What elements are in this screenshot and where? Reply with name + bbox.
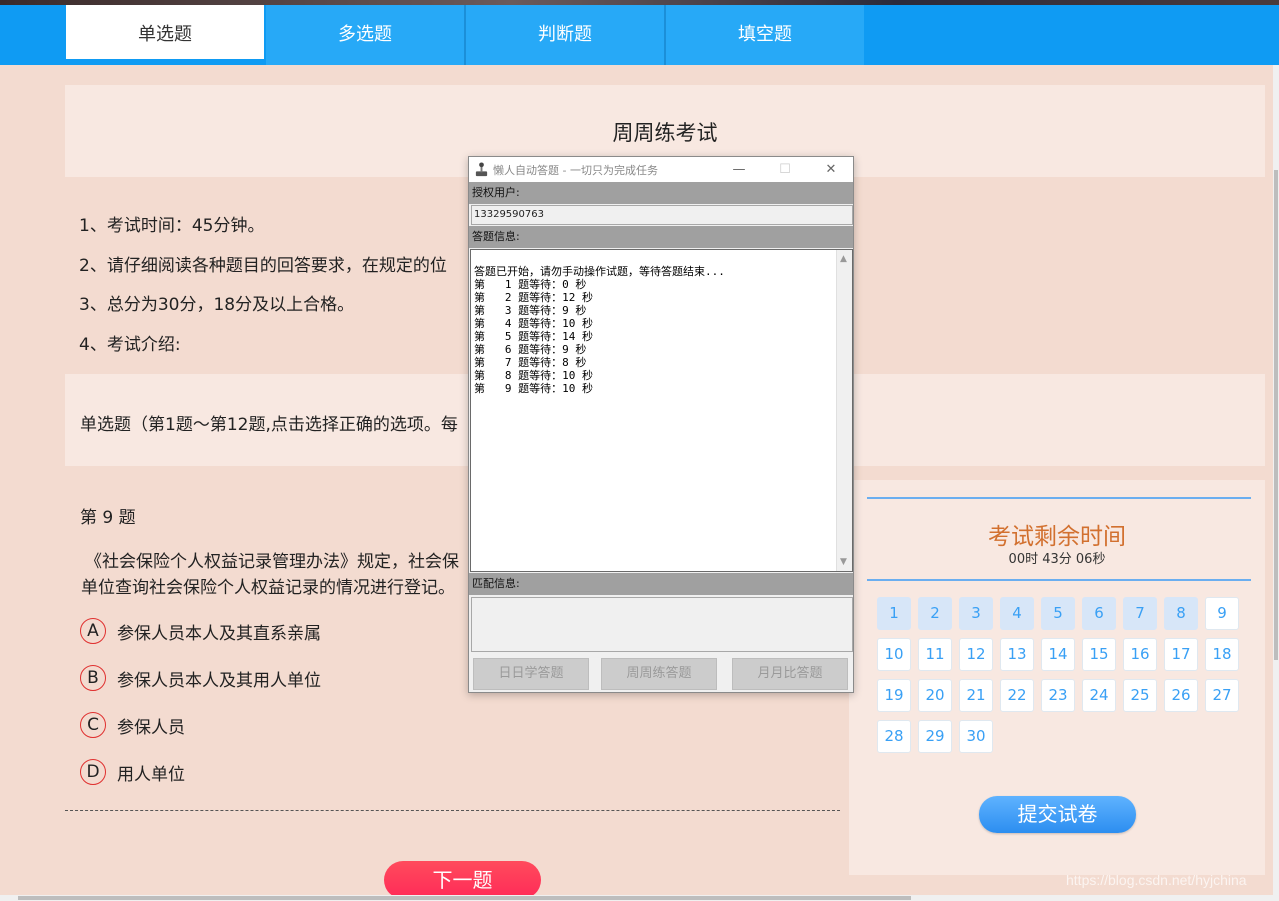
question-nav-21[interactable]: 21	[959, 679, 993, 712]
question-number: 第 9 题	[80, 508, 136, 528]
close-button[interactable]: ✕	[809, 157, 853, 182]
option-letter-d: D	[80, 759, 106, 785]
question-nav-15[interactable]: 15	[1082, 638, 1116, 671]
log-scrollbar[interactable]: ▲ ▼	[836, 250, 852, 571]
daily-study-answer-button[interactable]: 日日学答题	[473, 658, 589, 690]
question-nav-27[interactable]: 27	[1205, 679, 1239, 712]
question-nav-7[interactable]: 7	[1123, 597, 1157, 630]
question-nav-1[interactable]: 1	[877, 597, 911, 630]
log-line: 第 1 题等待：0 秒	[474, 278, 587, 291]
next-question-button[interactable]: 下一题	[384, 861, 541, 899]
log-line: 第 2 题等待：12 秒	[474, 291, 593, 304]
log-line: 第 4 题等待：10 秒	[474, 317, 593, 330]
question-nav-2[interactable]: 2	[918, 597, 952, 630]
option-letter-b: B	[80, 665, 106, 691]
option-letter-c: C	[80, 712, 106, 738]
tab-multiple-choice[interactable]: 多选题	[266, 5, 464, 65]
match-info-label: 匹配信息:	[469, 573, 853, 595]
question-nav-3[interactable]: 3	[959, 597, 993, 630]
question-nav-18[interactable]: 18	[1205, 638, 1239, 671]
submit-exam-button[interactable]: 提交试卷	[979, 796, 1136, 833]
window-title: 懒人自动答题 - 一切只为完成任务	[493, 164, 658, 177]
question-nav-22[interactable]: 22	[1000, 679, 1034, 712]
question-nav-16[interactable]: 16	[1123, 638, 1157, 671]
scroll-down-icon[interactable]: ▼	[840, 557, 847, 567]
page-vertical-scroll-thumb[interactable]	[1274, 170, 1278, 660]
option-text: 用人单位	[117, 764, 185, 785]
auto-answer-app-window: 懒人自动答题 - 一切只为完成任务 — ☐ ✕ 授权用户: 1332959076…	[468, 156, 854, 693]
question-nav-14[interactable]: 14	[1041, 638, 1075, 671]
option-text: 参保人员	[117, 717, 185, 738]
authorized-user-field[interactable]: 13329590763	[471, 205, 853, 225]
watermark: https://blog.csdn.net/hyjchina	[1066, 872, 1247, 888]
question-nav-19[interactable]: 19	[877, 679, 911, 712]
log-line: 第 7 题等待：8 秒	[474, 356, 587, 369]
tab-single-choice[interactable]: 单选题	[66, 5, 264, 59]
log-line: 第 3 题等待：9 秒	[474, 304, 587, 317]
question-type-tabbar: 单选题 多选题 判断题 填空题	[0, 5, 1279, 65]
scroll-up-icon[interactable]: ▲	[840, 254, 847, 264]
question-nav-11[interactable]: 11	[918, 638, 952, 671]
exam-side-panel: 考试剩余时间 00时 43分 06秒 1 2 3 4 5 6 7 8 9 10 11 12 13 14 15…	[849, 480, 1265, 875]
rule-item: 3、总分为30分，18分及以上合格。	[79, 295, 355, 315]
option-c[interactable]: C 参保人员	[80, 710, 185, 740]
question-nav-12[interactable]: 12	[959, 638, 993, 671]
question-nav-23[interactable]: 23	[1041, 679, 1075, 712]
panel-divider	[867, 497, 1251, 499]
monthly-contest-answer-button[interactable]: 月月比答题	[732, 658, 848, 690]
question-nav-20[interactable]: 20	[918, 679, 952, 712]
log-line: 第 6 题等待：9 秒	[474, 343, 587, 356]
option-d[interactable]: D 用人单位	[80, 757, 185, 787]
timer-title: 考试剩余时间	[988, 524, 1126, 550]
log-line: 答题已开始，请勿手动操作试题，等待答题结束...	[474, 265, 725, 278]
tab-true-false[interactable]: 判断题	[466, 5, 664, 65]
question-nav-28[interactable]: 28	[877, 720, 911, 753]
authorized-user-label: 授权用户:	[469, 182, 853, 204]
log-line: 第 9 题等待：10 秒	[474, 382, 593, 395]
answer-log[interactable]: 答题已开始，请勿手动操作试题，等待答题结束... 第 1 题等待：0 秒第 2 题…	[470, 249, 853, 572]
section-instructions-text: 单选题（第1题～第12题,点击选择正确的选项。每	[80, 415, 458, 435]
question-nav-5[interactable]: 5	[1041, 597, 1075, 630]
question-nav-10[interactable]: 10	[877, 638, 911, 671]
exam-rules: 1、考试时间：45分钟。 2、请仔细阅读各种题目的回答要求，在规定的位 3、总分…	[79, 207, 447, 365]
option-text: 参保人员本人及其用人单位	[117, 670, 321, 691]
question-nav-4[interactable]: 4	[1000, 597, 1034, 630]
exam-title: 周周练考试	[612, 121, 718, 145]
answer-info-label: 答题信息:	[469, 226, 853, 248]
question-nav-17[interactable]: 17	[1164, 638, 1198, 671]
question-nav-25[interactable]: 25	[1123, 679, 1157, 712]
log-line: 第 5 题等待：14 秒	[474, 330, 593, 343]
question-nav-9[interactable]: 9	[1205, 597, 1239, 630]
weekly-practice-answer-button[interactable]: 周周练答题	[601, 658, 717, 690]
maximize-button[interactable]: ☐	[763, 157, 807, 182]
option-text: 参保人员本人及其直系亲属	[117, 623, 321, 644]
log-line: 第 8 题等待：10 秒	[474, 369, 593, 382]
option-a[interactable]: A 参保人员本人及其直系亲属	[80, 616, 321, 646]
minimize-button[interactable]: —	[717, 157, 761, 182]
question-divider	[65, 810, 840, 811]
app-joystick-icon	[475, 162, 488, 177]
rule-item: 1、考试时间：45分钟。	[79, 216, 265, 236]
match-info-field[interactable]	[471, 597, 853, 652]
tab-fill-blank[interactable]: 填空题	[666, 5, 864, 65]
answer-log-text: 答题已开始，请勿手动操作试题，等待答题结束... 第 1 题等待：0 秒第 2 题…	[474, 265, 725, 395]
question-nav-24[interactable]: 24	[1082, 679, 1116, 712]
window-titlebar[interactable]: 懒人自动答题 - 一切只为完成任务 — ☐ ✕	[469, 157, 853, 182]
option-b[interactable]: B 参保人员本人及其用人单位	[80, 663, 321, 693]
question-nav-13[interactable]: 13	[1000, 638, 1034, 671]
panel-divider	[867, 579, 1251, 581]
timer-value: 00时 43分 06秒	[1008, 552, 1106, 567]
page-horizontal-scroll-thumb[interactable]	[18, 896, 911, 900]
question-nav-29[interactable]: 29	[918, 720, 952, 753]
option-letter-a: A	[80, 618, 106, 644]
question-nav-30[interactable]: 30	[959, 720, 993, 753]
question-nav-8[interactable]: 8	[1164, 597, 1198, 630]
question-nav-26[interactable]: 26	[1164, 679, 1198, 712]
question-nav-6[interactable]: 6	[1082, 597, 1116, 630]
rule-item: 2、请仔细阅读各种题目的回答要求，在规定的位	[79, 255, 447, 276]
rule-item: 4、考试介绍:	[79, 334, 181, 355]
